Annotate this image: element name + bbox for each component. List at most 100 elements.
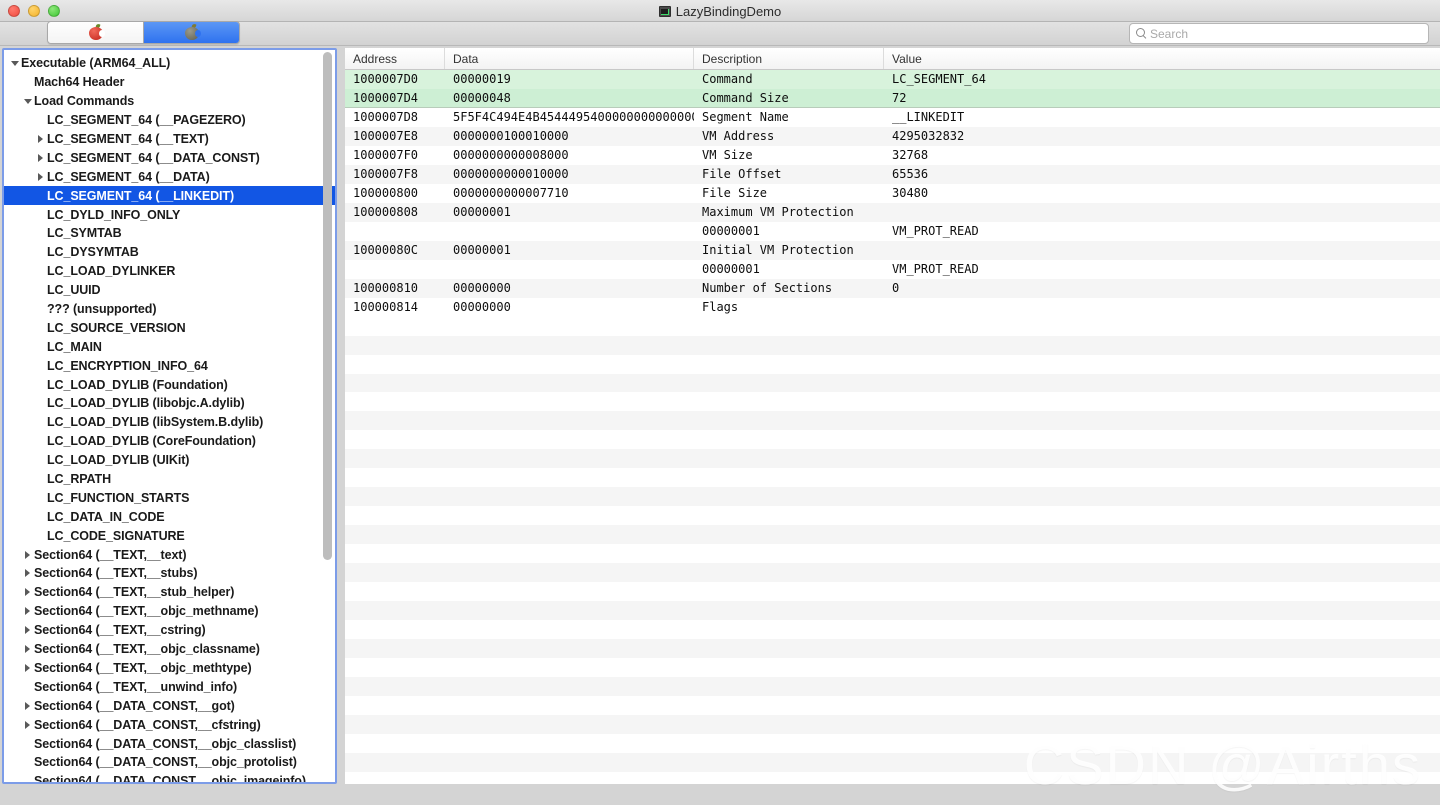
sidebar-item[interactable]: LC_ENCRYPTION_INFO_64	[4, 356, 335, 375]
outline-sidebar-content: Executable (ARM64_ALL) Mach64 Header Load …	[4, 50, 335, 782]
cell-value: 72	[892, 90, 907, 105]
sidebar-item[interactable]: ??? (unsupported)	[4, 300, 335, 319]
chevron-right-icon[interactable]	[21, 607, 34, 616]
column-header-address[interactable]: Address	[345, 48, 445, 69]
toolbar: Search	[0, 21, 1440, 46]
table-row[interactable]: 00000001 VM_PROT_READ	[345, 259, 1440, 279]
sidebar-item[interactable]: Section64 (__DATA_CONST,__objc_protolist…	[4, 753, 335, 772]
table-row-empty	[345, 430, 1440, 450]
table-row[interactable]: 1000007D0 00000019 Command LC_SEGMENT_64	[345, 70, 1440, 89]
sidebar-item-label: LC_SOURCE_VERSION	[47, 320, 186, 335]
chevron-right-icon[interactable]	[21, 701, 34, 710]
sidebar-item[interactable]: LC_FUNCTION_STARTS	[4, 488, 335, 507]
table-row-empty	[345, 733, 1440, 753]
column-header-data[interactable]: Data	[445, 48, 694, 69]
sidebar-scrollbar[interactable]	[323, 52, 332, 780]
table-header-row: Address Data Description Value	[345, 48, 1440, 70]
sidebar-item-label: LC_LOAD_DYLIB (libobjc.A.dylib)	[47, 396, 245, 411]
table-row-empty	[345, 639, 1440, 659]
sidebar-item[interactable]: Section64 (__TEXT,__objc_methname)	[4, 602, 335, 621]
sidebar-item-label: Section64 (__DATA_CONST,__got)	[34, 698, 235, 713]
table-row[interactable]: 100000808 00000001 Maximum VM Protection	[345, 202, 1440, 222]
sidebar-item[interactable]: LC_SEGMENT_64 (__DATA)	[4, 167, 335, 186]
sidebar-item[interactable]: LC_MAIN	[4, 337, 335, 356]
sidebar-item[interactable]: LC_DYLD_INFO_ONLY	[4, 205, 335, 224]
sidebar-item[interactable]: LC_SEGMENT_64 (__TEXT)	[4, 130, 335, 149]
table-row[interactable]: 100000814 00000000 Flags	[345, 297, 1440, 317]
sidebar-item[interactable]: LC_RPATH	[4, 470, 335, 489]
sidebar-item[interactable]: LC_LOAD_DYLIB (UIKit)	[4, 451, 335, 470]
sidebar-item[interactable]: Executable (ARM64_ALL)	[4, 54, 335, 73]
table-row[interactable]: 10000080C 00000001 Initial VM Protection	[345, 240, 1440, 260]
sidebar-item[interactable]: LC_DATA_IN_CODE	[4, 507, 335, 526]
sidebar-item[interactable]: LC_LOAD_DYLIB (libSystem.B.dylib)	[4, 413, 335, 432]
table-row[interactable]: 100000810 00000000 Number of Sections 0	[345, 278, 1440, 298]
sidebar-item[interactable]: Section64 (__DATA_CONST,__cfstring)	[4, 715, 335, 734]
sidebar-item[interactable]: LC_SOURCE_VERSION	[4, 318, 335, 337]
chevron-right-icon[interactable]	[21, 569, 34, 578]
table-row[interactable]: 1000007F8 0000000000010000 File Offset 6553…	[345, 164, 1440, 184]
sidebar-item[interactable]: LC_LOAD_DYLIB (CoreFoundation)	[4, 432, 335, 451]
table-row-empty	[345, 411, 1440, 431]
sidebar-item[interactable]: LC_SYMTAB	[4, 224, 335, 243]
search-field[interactable]: Search	[1129, 23, 1429, 44]
sidebar-item[interactable]: Section64 (__TEXT,__stub_helper)	[4, 583, 335, 602]
column-header-description[interactable]: Description	[694, 48, 884, 69]
terminal-document-icon	[658, 5, 671, 17]
view-mode-segmented-control[interactable]	[47, 21, 240, 44]
sidebar-item[interactable]: Section64 (__DATA_CONST,__objc_imageinfo…	[4, 772, 335, 782]
sidebar-item-label: LC_SEGMENT_64 (__PAGEZERO)	[47, 113, 246, 128]
chevron-right-icon[interactable]	[34, 135, 47, 143]
sidebar-item[interactable]: Section64 (__TEXT,__text)	[4, 545, 335, 564]
sidebar-item[interactable]: Section64 (__TEXT,__stubs)	[4, 564, 335, 583]
segment-red-apple[interactable]	[48, 22, 143, 43]
sidebar-item[interactable]: LC_LOAD_DYLIB (libobjc.A.dylib)	[4, 394, 335, 413]
chevron-right-icon[interactable]	[21, 663, 34, 672]
chevron-down-icon[interactable]	[21, 98, 34, 104]
table-row[interactable]: 1000007D4 00000048 Command Size 72	[345, 88, 1440, 108]
cell-description: 00000001	[702, 262, 760, 277]
sidebar-item[interactable]: LC_CODE_SIGNATURE	[4, 526, 335, 545]
cell-address: 10000080C	[353, 243, 419, 258]
cell-data: 0000000100010000	[453, 129, 569, 144]
sidebar-item[interactable]: Mach64 Header	[4, 73, 335, 92]
sidebar-item[interactable]: LC_SEGMENT_64 (__PAGEZERO)	[4, 111, 335, 130]
chevron-right-icon[interactable]	[21, 626, 34, 635]
table-row[interactable]: 1000007D8 5F5F4C494E4B4544495400000000000…	[345, 107, 1440, 127]
sidebar-item[interactable]: Section64 (__DATA_CONST,__got)	[4, 696, 335, 715]
chevron-right-icon[interactable]	[21, 720, 34, 729]
chevron-right-icon[interactable]	[21, 588, 34, 597]
sidebar-item[interactable]: LC_DYSYMTAB	[4, 243, 335, 262]
segment-gray-apple[interactable]	[143, 22, 239, 43]
chevron-right-icon[interactable]	[34, 153, 47, 162]
sidebar-item[interactable]: Section64 (__TEXT,__unwind_info)	[4, 677, 335, 696]
sidebar-scrollbar-thumb[interactable]	[323, 52, 332, 560]
sidebar-item[interactable]: Section64 (__DATA_CONST,__objc_classlist…	[4, 734, 335, 753]
sidebar-item[interactable]: Section64 (__TEXT,__cstring)	[4, 621, 335, 640]
table-row[interactable]: 00000001 VM_PROT_READ	[345, 221, 1440, 241]
table-row[interactable]: 1000007F0 0000000000008000 VM Size 32768	[345, 145, 1440, 165]
chevron-right-icon[interactable]	[21, 645, 34, 654]
sidebar-item[interactable]: LC_LOAD_DYLIB (Foundation)	[4, 375, 335, 394]
chevron-right-icon[interactable]	[21, 550, 34, 559]
sidebar-item[interactable]: LC_SEGMENT_64 (__LINKEDIT)	[4, 186, 335, 206]
window-title-text: LazyBindingDemo	[675, 3, 782, 19]
sidebar-item[interactable]: LC_LOAD_DYLINKER	[4, 262, 335, 281]
sidebar-item[interactable]: Load Commands	[4, 92, 335, 111]
chevron-right-icon[interactable]	[34, 172, 47, 181]
chevron-down-icon[interactable]	[8, 60, 21, 66]
column-header-value[interactable]: Value	[884, 48, 1440, 69]
sidebar-item[interactable]: LC_SEGMENT_64 (__DATA_CONST)	[4, 148, 335, 167]
gray-apple-icon	[184, 23, 201, 41]
cell-description: Initial VM Protection	[702, 243, 854, 258]
cell-data: 0000000000008000	[453, 148, 569, 163]
cell-data: 00000000	[453, 281, 511, 296]
sidebar-item[interactable]: Section64 (__TEXT,__objc_methtype)	[4, 659, 335, 678]
sidebar-item[interactable]: LC_UUID	[4, 281, 335, 300]
sidebar-item[interactable]: Section64 (__TEXT,__objc_classname)	[4, 640, 335, 659]
cell-description: VM Address	[702, 129, 775, 144]
search-input[interactable]: Search	[1150, 27, 1188, 41]
table-row[interactable]: 100000800 0000000000007710 File Size 30480	[345, 183, 1440, 203]
sidebar-item-label: LC_DYSYMTAB	[47, 245, 139, 260]
table-row[interactable]: 1000007E8 0000000100010000 VM Address 42950…	[345, 126, 1440, 146]
